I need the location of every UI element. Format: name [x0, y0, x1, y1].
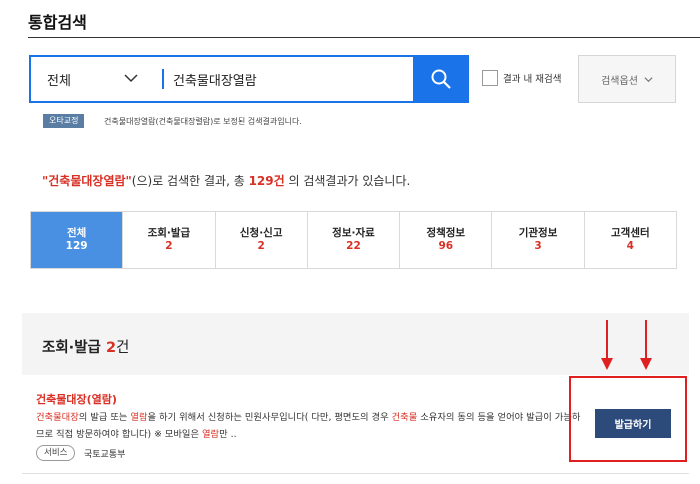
- category-tabs: 전체 129 조회·발급 2 신청·신고 2 정보·자료 22 정책정보 96 …: [30, 211, 677, 269]
- desc-highlight: 건축물대장: [36, 412, 79, 423]
- chevron-down-icon[interactable]: [123, 70, 139, 86]
- summary-keyword: "건축물대장열람": [42, 174, 132, 188]
- tab-count: 2: [257, 240, 265, 252]
- result-description: 건축물대장의 발급 또는 열람을 하기 위해서 신청하는 민원사무입니다( 다만…: [36, 409, 584, 443]
- tab-count: 2: [165, 240, 173, 252]
- tab-label: 정보·자료: [332, 227, 375, 239]
- desc-text: 을 하기 위해서 신청하는 민원사무입니다( 다만, 평면도의 경우: [147, 412, 392, 423]
- search-options-button[interactable]: 검색옵션: [578, 55, 676, 103]
- arrow-down-icon: [640, 320, 652, 370]
- search-options-label: 검색옵션: [601, 75, 638, 87]
- page-title: 통합검색: [28, 13, 87, 32]
- tab-label: 정책정보: [426, 227, 466, 239]
- scope-select[interactable]: 전체: [31, 57, 161, 101]
- annotation-highlight-box: [569, 376, 687, 462]
- tab-information[interactable]: 정보·자료 22: [306, 212, 399, 268]
- desc-text: 의 발급 또는: [78, 412, 131, 423]
- result-title-part: 열람: [91, 393, 112, 406]
- tab-application[interactable]: 신청·신고 2: [214, 212, 307, 268]
- tab-count: 96: [438, 240, 454, 252]
- search-within-checkbox[interactable]: [482, 70, 498, 86]
- tab-count: 129: [65, 240, 88, 252]
- search-within-label: 결과 내 재검색: [503, 74, 562, 85]
- ministry-label: 국토교통부: [84, 450, 126, 460]
- tab-label: 고객센터: [611, 227, 650, 239]
- desc-highlight: 건축물: [391, 412, 418, 423]
- desc-highlight: 열람: [130, 412, 148, 423]
- result-title-part: 건축물대장(: [36, 393, 92, 406]
- tab-all[interactable]: 전체 129: [31, 212, 123, 268]
- search-divider: [162, 69, 164, 89]
- typo-correction-badge: 오타교정: [43, 114, 85, 128]
- search-icon: [431, 69, 451, 89]
- summary-text-1: (으)로 검색한 결과, 총: [131, 174, 249, 188]
- search-input[interactable]: [173, 57, 408, 101]
- section-count: 2: [105, 340, 117, 356]
- arrow-down-icon: [601, 320, 613, 370]
- tab-label: 기관정보: [518, 227, 558, 239]
- result-summary: "건축물대장열람"(으)로 검색한 결과, 총 129건 의 검색결과가 있습니…: [42, 172, 410, 189]
- result-title-link[interactable]: 건축물대장(열람): [36, 391, 117, 407]
- section-title: 조회·발급 2건: [42, 336, 129, 357]
- section-count-unit: 건: [116, 340, 130, 356]
- scope-select-value: 전체: [47, 73, 71, 89]
- desc-highlight: 열람: [202, 429, 220, 440]
- tab-label: 조회·발급: [147, 227, 191, 239]
- search-box: 전체: [29, 55, 469, 103]
- tab-customer-center[interactable]: 고객센터 4: [583, 212, 676, 268]
- result-title-part: ): [111, 393, 117, 406]
- service-tag: 서비스: [36, 445, 76, 461]
- section-title-label: 조회·발급: [42, 340, 101, 356]
- tab-label: 신청·신고: [239, 227, 283, 239]
- tab-policy[interactable]: 정책정보 96: [399, 212, 491, 268]
- summary-text-2: 의 검색결과가 있습니다.: [284, 174, 411, 188]
- tab-count: 4: [626, 240, 634, 252]
- result-divider: [22, 473, 689, 474]
- chevron-down-icon: [644, 76, 653, 82]
- tab-count: 22: [346, 240, 361, 252]
- tab-inquiry-issue[interactable]: 조회·발급 2: [122, 212, 214, 268]
- tab-agency[interactable]: 기관정보 3: [491, 212, 583, 268]
- desc-text: 만 ..: [219, 429, 237, 440]
- title-divider: [28, 37, 700, 38]
- summary-count: 129건: [248, 174, 285, 188]
- typo-correction-message: 건축물대장열람(건축물대장렬람)로 보정된 검색결과입니다.: [104, 117, 302, 126]
- search-button[interactable]: [413, 55, 469, 103]
- tab-label: 전체: [66, 227, 87, 239]
- tab-count: 3: [534, 240, 542, 252]
